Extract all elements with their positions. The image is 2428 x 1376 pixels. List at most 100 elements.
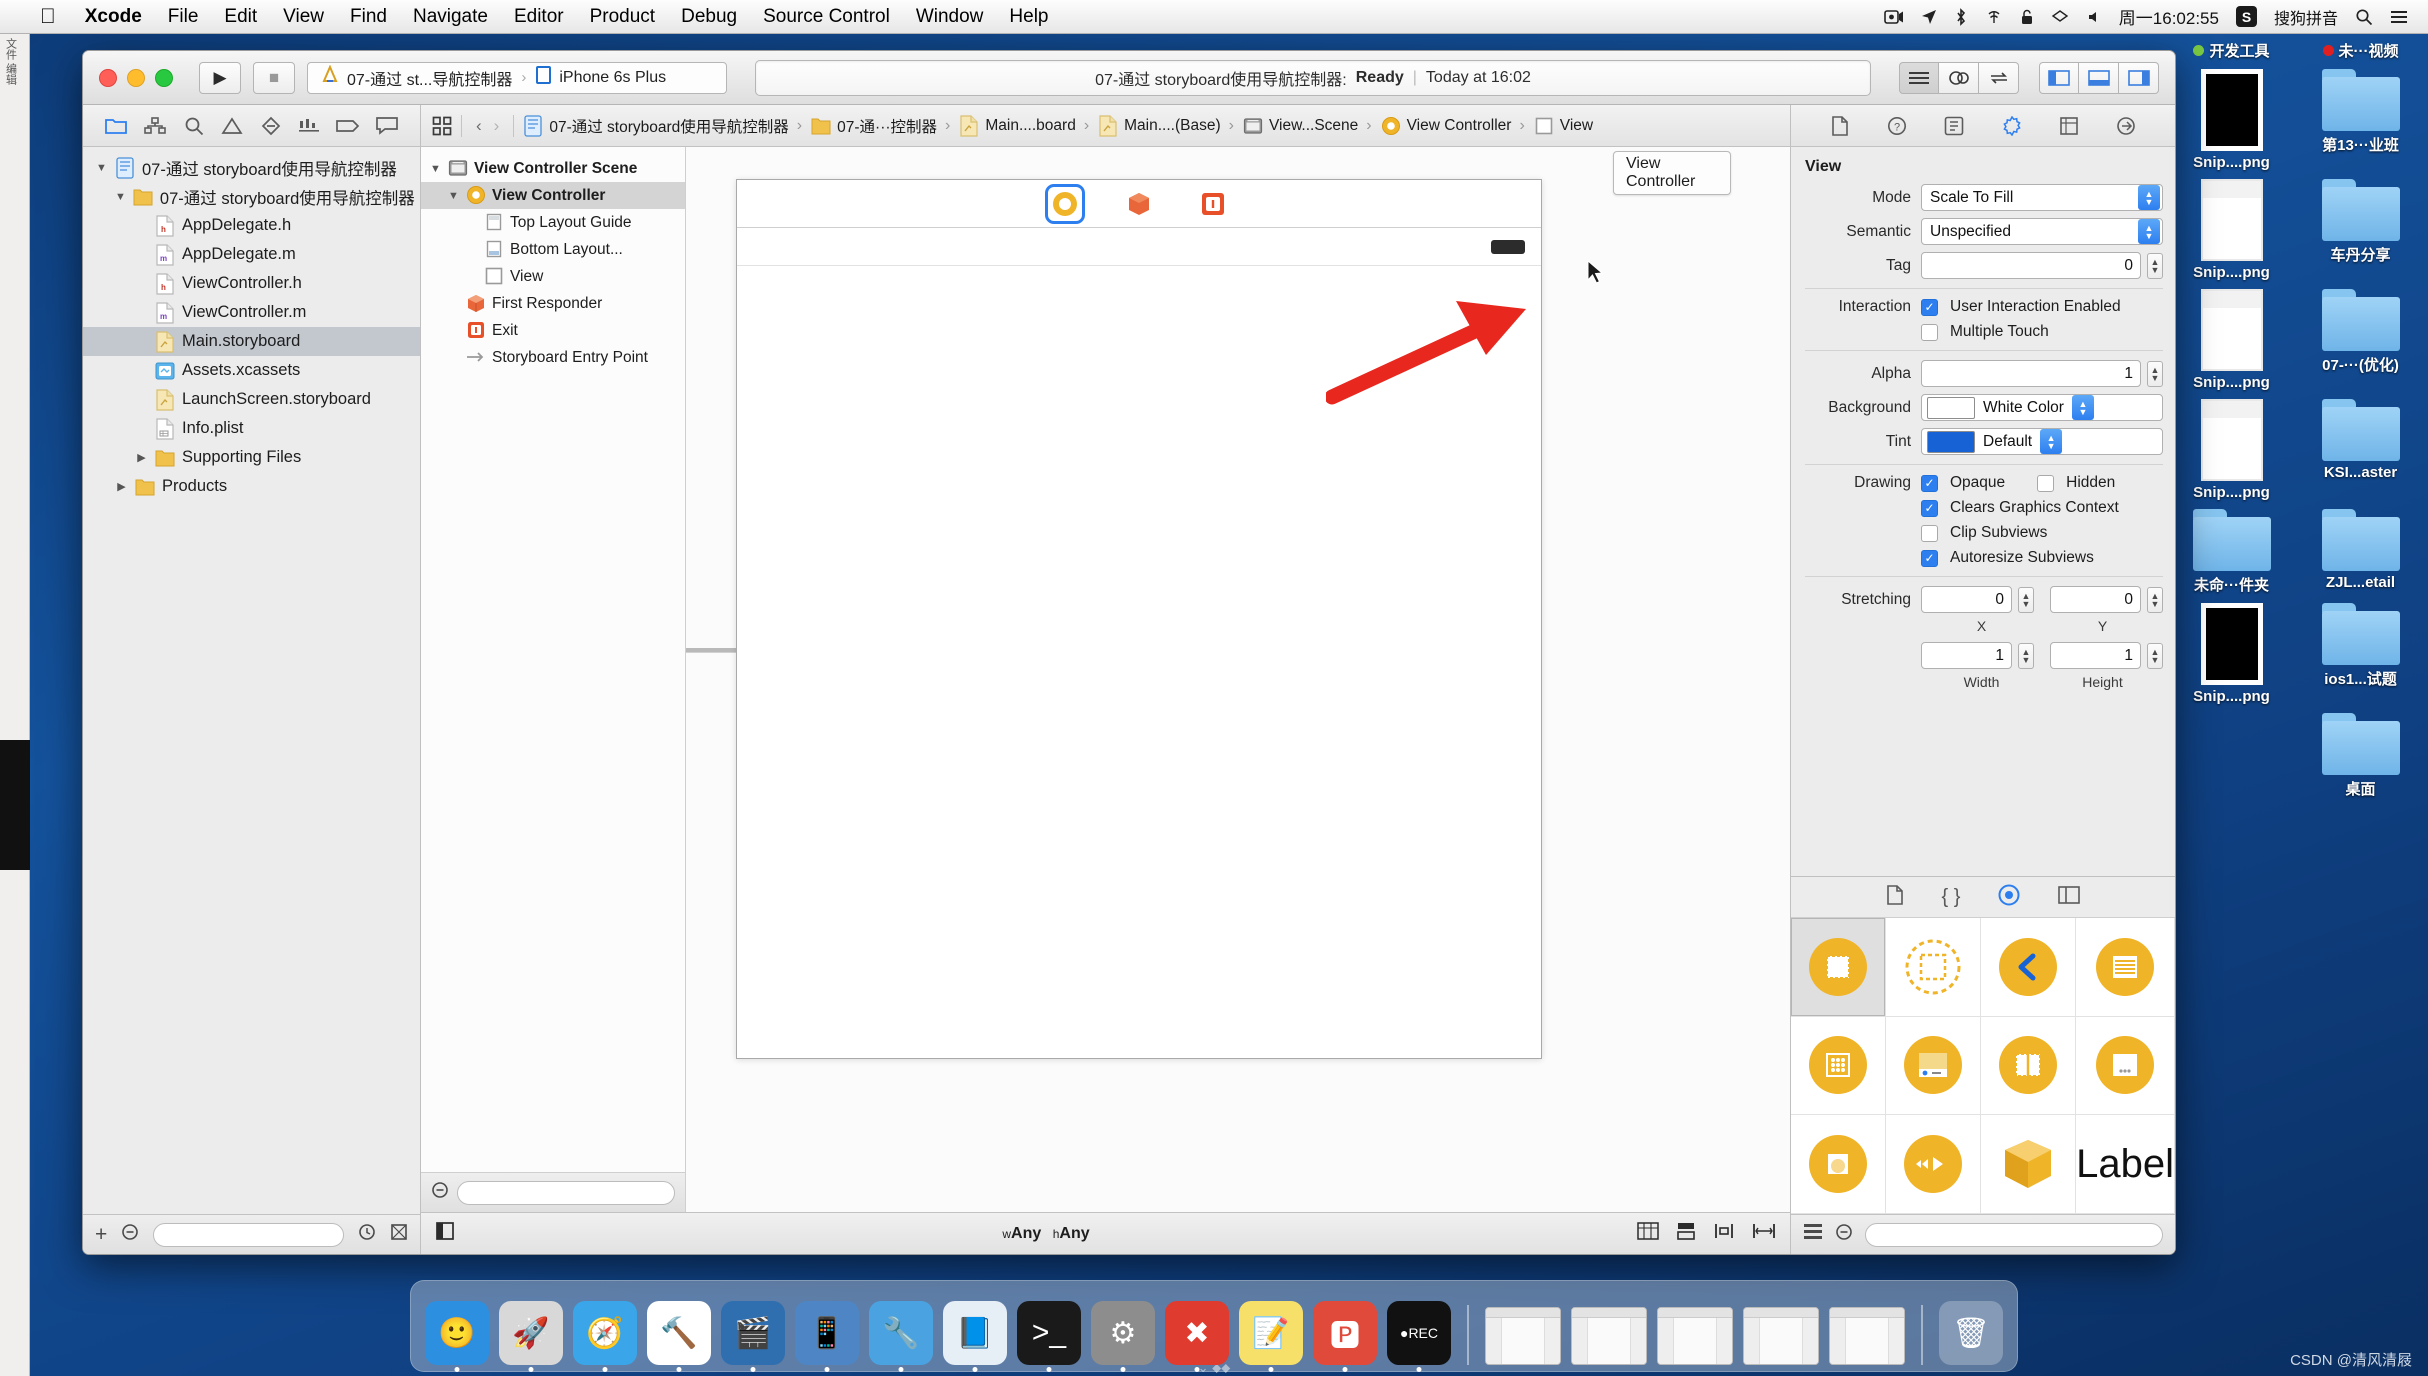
identity-inspector-icon[interactable] bbox=[1941, 113, 1967, 139]
breadcrumb-item-0[interactable]: 07-通过 storyboard使用导航控制器 bbox=[522, 115, 788, 137]
desktop-icon-8[interactable]: 未命···件夹 bbox=[2172, 509, 2291, 595]
dock-item-xcode-beta[interactable]: 🔧 bbox=[869, 1301, 933, 1365]
breadcrumb-item-1[interactable]: 07-通···控制器 bbox=[810, 115, 937, 137]
navigator-row-8[interactable]: ▶LaunchScreen.storyboard bbox=[83, 385, 420, 414]
outline-row-2[interactable]: ▶Top Layout Guide bbox=[421, 209, 685, 236]
forward-button[interactable]: › bbox=[494, 116, 500, 136]
chevron-updown-icon[interactable]: ▲▼ bbox=[2072, 395, 2094, 420]
project-navigator-tree[interactable]: ▼07-通过 storyboard使用导航控制器▼07-通过 storyboar… bbox=[83, 147, 420, 1214]
dock-item-terminal[interactable]: >_ bbox=[1017, 1301, 1081, 1365]
library-item-object-cube-object[interactable] bbox=[1981, 1115, 2076, 1214]
code-snippet-library-icon[interactable]: { } bbox=[1942, 886, 1961, 909]
interface-builder-canvas[interactable]: View Controller ⟶ bbox=[686, 147, 1790, 1212]
navigator-row-0[interactable]: ▼07-通过 storyboard使用导航控制器 bbox=[83, 153, 420, 182]
dock-item-trash[interactable]: 🗑 bbox=[1939, 1301, 2003, 1365]
debug-navigator-icon[interactable] bbox=[296, 113, 322, 139]
clears-graphics-context-checkbox[interactable]: ✓ bbox=[1921, 500, 1938, 517]
recent-files-filter-icon[interactable] bbox=[358, 1223, 376, 1246]
clip-subviews-checkbox[interactable] bbox=[1921, 525, 1938, 542]
library-item-glkit-view-controller-object[interactable] bbox=[1791, 1115, 1886, 1214]
library-layout-icon[interactable] bbox=[1803, 1223, 1823, 1246]
stretching-y-input[interactable]: 0 bbox=[2050, 586, 2141, 613]
toggle-navigator-button[interactable] bbox=[2039, 62, 2079, 94]
background-color-swatch[interactable] bbox=[1927, 397, 1975, 419]
desktop-icon-4[interactable]: Snip....png bbox=[2172, 289, 2291, 391]
breadcrumb-item-5[interactable]: View Controller bbox=[1380, 115, 1512, 137]
location-icon[interactable] bbox=[1921, 9, 1937, 25]
pin-icon[interactable] bbox=[1752, 1222, 1776, 1245]
standard-editor-button[interactable] bbox=[1899, 62, 1939, 94]
find-navigator-icon[interactable] bbox=[181, 113, 207, 139]
file-template-library-icon[interactable] bbox=[1886, 885, 1904, 910]
variations-icon[interactable] bbox=[1637, 1222, 1659, 1245]
background-color-popup[interactable]: White Color ▲▼ bbox=[1921, 394, 2163, 421]
size-inspector-icon[interactable] bbox=[2056, 113, 2082, 139]
document-outline-tree[interactable]: ▼View Controller Scene▼View Controller▶T… bbox=[421, 147, 685, 1172]
dock-item-screen-recorder[interactable]: ●REC bbox=[1387, 1301, 1451, 1365]
disclosure-triangle[interactable]: ▶ bbox=[115, 480, 128, 493]
object-library-icon[interactable] bbox=[1998, 884, 2020, 911]
autoresize-subviews-checkbox[interactable]: ✓ bbox=[1921, 550, 1938, 567]
outline-row-6[interactable]: ▶Exit bbox=[421, 317, 685, 344]
outline-row-0[interactable]: ▼View Controller Scene bbox=[421, 155, 685, 182]
project-navigator-icon[interactable] bbox=[103, 113, 129, 139]
library-item-navigation-controller-object[interactable] bbox=[1981, 918, 2076, 1017]
tint-color-popup[interactable]: Default ▲▼ bbox=[1921, 428, 2163, 455]
menu-item-view[interactable]: View bbox=[270, 0, 337, 34]
menu-bar-clock[interactable]: 周一16:02:55 bbox=[2119, 4, 2219, 29]
related-items-icon[interactable] bbox=[431, 115, 453, 137]
source-control-navigator-icon[interactable] bbox=[142, 113, 168, 139]
desktop-icon-0[interactable]: Snip....png bbox=[2172, 69, 2291, 171]
dock-minimized-window-2[interactable] bbox=[1571, 1307, 1647, 1365]
assistant-editor-button[interactable] bbox=[1939, 62, 1979, 94]
view-controller-icon[interactable] bbox=[1050, 189, 1080, 219]
menu-item-find[interactable]: Find bbox=[337, 0, 400, 34]
exit-icon[interactable] bbox=[1198, 189, 1228, 219]
sogou-badge-icon[interactable]: S bbox=[2236, 6, 2257, 27]
chevron-updown-icon[interactable]: ▲▼ bbox=[2138, 219, 2160, 244]
opaque-checkbox[interactable]: ✓ bbox=[1921, 475, 1938, 492]
semantic-popup[interactable]: Unspecified ▲▼ bbox=[1921, 218, 2163, 245]
desktop-icon-3[interactable]: 车丹分享 bbox=[2301, 179, 2420, 281]
stretching-width-stepper[interactable]: ▲▼ bbox=[2018, 643, 2034, 669]
navigator-row-3[interactable]: ▶mAppDelegate.m bbox=[83, 240, 420, 269]
back-button[interactable]: ‹ bbox=[476, 116, 482, 136]
volume-icon[interactable] bbox=[2086, 9, 2102, 25]
multiple-touch-checkbox[interactable] bbox=[1921, 324, 1938, 341]
menu-item-navigate[interactable]: Navigate bbox=[400, 0, 501, 34]
navigator-row-10[interactable]: ▶Supporting Files bbox=[83, 443, 420, 472]
user-interaction-checkbox[interactable]: ✓ bbox=[1921, 299, 1938, 316]
dock-item-safari[interactable]: 🧭 bbox=[573, 1301, 637, 1365]
library-item-table-view-controller-object[interactable] bbox=[2076, 918, 2175, 1017]
desktop-icon-6[interactable]: Snip....png bbox=[2172, 399, 2291, 501]
library-filter-menu-icon[interactable] bbox=[1835, 1223, 1853, 1246]
tint-color-swatch[interactable] bbox=[1927, 431, 1975, 453]
library-item-view-controller-object[interactable] bbox=[1791, 918, 1886, 1017]
navigator-row-1[interactable]: ▼07-通过 storyboard使用导航控制器 bbox=[83, 182, 420, 211]
object-library-grid[interactable]: Label bbox=[1791, 917, 2175, 1214]
file-inspector-icon[interactable] bbox=[1827, 113, 1853, 139]
minimize-button[interactable] bbox=[127, 69, 145, 87]
navigator-row-9[interactable]: ▶Info.plist bbox=[83, 414, 420, 443]
menu-item-help[interactable]: Help bbox=[996, 0, 1061, 34]
dock-minimized-window-5[interactable] bbox=[1829, 1307, 1905, 1365]
first-responder-icon[interactable] bbox=[1124, 189, 1154, 219]
dropbox-icon[interactable] bbox=[2051, 9, 2069, 25]
menu-item-source-control[interactable]: Source Control bbox=[750, 0, 903, 34]
navigator-row-2[interactable]: ▶hAppDelegate.h bbox=[83, 211, 420, 240]
desktop-icon-13[interactable]: 桌面 bbox=[2301, 713, 2420, 799]
desktop-icon-12[interactable] bbox=[2172, 713, 2291, 799]
zoom-button[interactable] bbox=[155, 69, 173, 87]
library-item-storyboard-reference-object[interactable] bbox=[1886, 918, 1981, 1017]
desktop-icon-9[interactable]: ZJL...etail bbox=[2301, 509, 2420, 595]
tag-stepper[interactable]: ▲▼ bbox=[2147, 253, 2163, 279]
library-item-page-view-controller-object[interactable] bbox=[2076, 1017, 2175, 1116]
desktop-icon-1[interactable]: 第13···业班 bbox=[2301, 69, 2420, 171]
library-item-split-view-controller-object[interactable] bbox=[1981, 1017, 2076, 1116]
attributes-inspector-icon[interactable] bbox=[1999, 113, 2025, 139]
dock-item-sogou-input[interactable]: 🅿 bbox=[1313, 1301, 1377, 1365]
alpha-stepper[interactable]: ▲▼ bbox=[2147, 361, 2163, 387]
library-item-collection-view-controller-object[interactable] bbox=[1791, 1017, 1886, 1116]
desktop-icon-11[interactable]: ios1...试题 bbox=[2301, 603, 2420, 705]
dock-item-xcode-alt[interactable]: 📘 bbox=[943, 1301, 1007, 1365]
